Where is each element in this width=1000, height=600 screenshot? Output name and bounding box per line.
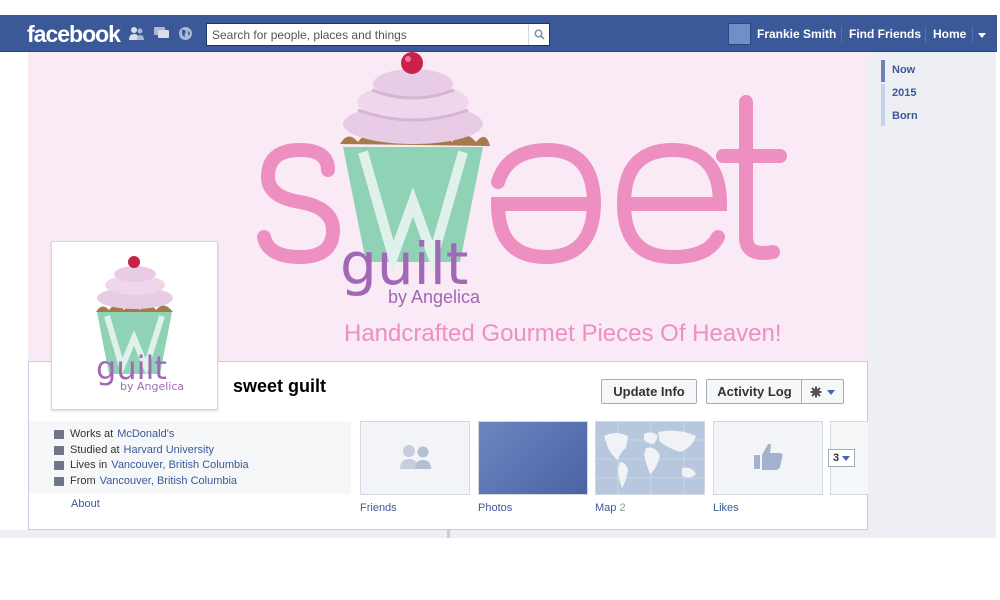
nav-divider xyxy=(841,26,842,43)
home-link[interactable]: Home xyxy=(933,27,966,41)
about-link[interactable]: About xyxy=(71,498,100,510)
timeline-2015[interactable]: 2015 xyxy=(892,87,916,99)
timeline-born[interactable]: Born xyxy=(892,110,918,122)
search-input[interactable] xyxy=(207,24,529,45)
profile-picture[interactable]: guilt by Angelica xyxy=(51,241,218,410)
profile-by-angelica: by Angelica xyxy=(120,380,184,393)
works-at-row: Works at McDonald's xyxy=(54,428,174,440)
timeline-now[interactable]: Now xyxy=(892,64,915,76)
map-tile[interactable] xyxy=(595,421,705,495)
notifications-globe-icon[interactable] xyxy=(177,26,194,41)
cover-tagline: Handcrafted Gourmet Pieces Of Heaven! xyxy=(344,320,782,347)
friends-silhouette-icon xyxy=(400,445,431,469)
home-pin-icon xyxy=(54,476,64,486)
timeline-background-strip xyxy=(0,530,868,538)
profile-cupcake-logo: guilt by Angelica xyxy=(96,256,184,393)
studied-at-row: Studied at Harvard University xyxy=(54,444,214,456)
settings-menu-button[interactable] xyxy=(801,379,844,404)
from-label: From xyxy=(70,475,96,487)
account-menu-chevron-down-icon[interactable] xyxy=(975,29,989,41)
search-icon xyxy=(533,29,545,40)
timeline-active-marker xyxy=(881,60,885,82)
user-name-link[interactable]: Frankie Smith xyxy=(757,27,836,41)
find-friends-link[interactable]: Find Friends xyxy=(849,27,921,41)
map-label[interactable]: Map 2 xyxy=(595,502,626,514)
chevron-down-icon xyxy=(842,456,851,461)
facebook-logo[interactable]: facebook xyxy=(27,21,121,48)
briefcase-icon xyxy=(54,429,64,439)
timeline-track xyxy=(881,84,885,126)
photos-tile[interactable] xyxy=(478,421,588,495)
works-at-link[interactable]: McDonald's xyxy=(117,428,174,440)
studied-at-label: Studied at xyxy=(70,444,120,456)
world-map-thumbnail xyxy=(596,422,704,494)
lives-in-label: Lives in xyxy=(70,459,108,471)
friends-tile[interactable] xyxy=(360,421,470,495)
user-avatar[interactable] xyxy=(728,23,751,45)
top-navigation-bar: facebook Frankie Smith Find F xyxy=(0,15,997,52)
lives-in-link[interactable]: Vancouver, British Columbia xyxy=(111,459,248,471)
update-info-button[interactable]: Update Info xyxy=(601,379,697,404)
cover-by-angelica: by Angelica xyxy=(388,287,481,307)
friends-label[interactable]: Friends xyxy=(360,502,397,514)
house-icon xyxy=(54,460,64,470)
messages-icon[interactable] xyxy=(153,26,170,41)
facebook-timeline-page: facebook Frankie Smith Find F xyxy=(0,0,1000,600)
nav-divider xyxy=(972,26,973,43)
more-apps-count: 3 xyxy=(832,452,840,464)
thumbs-up-icon xyxy=(754,443,783,470)
chevron-down-icon xyxy=(826,389,835,395)
timeline-scrubber xyxy=(868,52,996,538)
timeline-center-line xyxy=(447,530,450,538)
activity-log-button[interactable]: Activity Log xyxy=(706,379,802,404)
search-button[interactable] xyxy=(528,24,549,45)
profile-name: sweet guilt xyxy=(233,376,327,396)
likes-tile[interactable] xyxy=(713,421,823,495)
graduation-cap-icon xyxy=(54,445,64,455)
studied-at-link[interactable]: Harvard University xyxy=(124,444,214,456)
search-box xyxy=(206,23,550,46)
from-link[interactable]: Vancouver, British Columbia xyxy=(100,475,237,487)
map-count: 2 xyxy=(619,502,626,514)
lives-in-row: Lives in Vancouver, British Columbia xyxy=(54,459,249,471)
from-row: From Vancouver, British Columbia xyxy=(54,475,237,487)
gear-icon xyxy=(810,386,821,397)
friend-requests-icon[interactable] xyxy=(128,26,145,41)
photos-label[interactable]: Photos xyxy=(478,502,512,514)
nav-divider xyxy=(925,26,926,43)
more-apps-dropdown[interactable]: 3 xyxy=(828,449,855,467)
map-label-text: Map xyxy=(595,502,617,514)
likes-label[interactable]: Likes xyxy=(713,502,739,514)
works-at-label: Works at xyxy=(70,428,114,440)
